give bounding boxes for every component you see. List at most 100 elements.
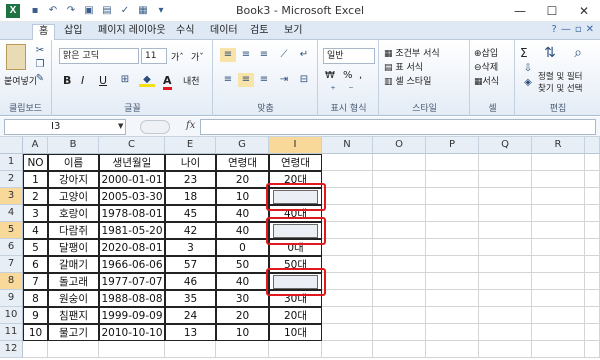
clear-icon[interactable]: ◈ [520, 76, 536, 90]
formula-input[interactable] [200, 119, 596, 135]
row-header-11[interactable]: 11 [0, 324, 23, 341]
column-header-p[interactable]: P [426, 137, 479, 154]
table-cell[interactable]: 40 [216, 205, 269, 222]
table-cell[interactable]: 18 [165, 188, 216, 205]
name-box[interactable]: I3 [4, 119, 126, 135]
header-cell[interactable]: 연령대 [269, 154, 322, 171]
table-cell[interactable]: 30 [216, 290, 269, 307]
table-cell[interactable]: 23 [165, 171, 216, 188]
table-cell[interactable]: 10대 [269, 324, 322, 341]
table-cell[interactable] [373, 307, 426, 324]
shrink-font-button[interactable]: 가ˇ [191, 50, 204, 63]
table-cell[interactable]: 고양이 [48, 188, 99, 205]
table-cell[interactable] [373, 341, 426, 358]
table-cell[interactable] [532, 222, 585, 239]
table-cell[interactable] [532, 188, 585, 205]
copy-icon[interactable]: ❐ [32, 58, 48, 72]
table-cell[interactable] [48, 341, 99, 358]
table-cell[interactable] [585, 188, 600, 205]
close-button[interactable]: ✕ [568, 0, 600, 22]
table-cell[interactable] [532, 171, 585, 188]
table-cell[interactable] [585, 341, 600, 358]
currency-button[interactable]: ₩ [325, 70, 335, 81]
table-cell[interactable]: 20 [216, 307, 269, 324]
header-cell[interactable]: 연령대 [216, 154, 269, 171]
table-cell[interactable] [532, 154, 585, 171]
select-all-corner[interactable] [0, 137, 23, 154]
indent-icon[interactable]: ⇥ [276, 73, 292, 87]
table-cell[interactable]: 2000-01-01 [99, 171, 165, 188]
table-cell[interactable]: 57 [165, 256, 216, 273]
table-cell[interactable] [373, 222, 426, 239]
table-cell[interactable] [532, 341, 585, 358]
table-cell[interactable] [426, 324, 479, 341]
table-cell[interactable] [322, 273, 373, 290]
decrease-decimal-icon[interactable]: ⁻ [343, 84, 359, 98]
table-cell[interactable]: 45 [165, 205, 216, 222]
table-cell[interactable] [479, 205, 532, 222]
row-header-8[interactable]: 8 [0, 273, 23, 290]
increase-decimal-icon[interactable]: ⁺ [325, 84, 341, 98]
table-cell[interactable]: 1988-08-08 [99, 290, 165, 307]
table-cell[interactable] [322, 188, 373, 205]
borders-icon[interactable]: ⊞ [117, 73, 133, 87]
table-cell[interactable] [322, 324, 373, 341]
header-cell[interactable]: 이름 [48, 154, 99, 171]
table-cell[interactable] [322, 171, 373, 188]
tab-formulas[interactable]: 수식 [170, 24, 200, 40]
table-cell[interactable] [426, 256, 479, 273]
row-header-3[interactable]: 3 [0, 188, 23, 205]
table-cell[interactable] [585, 256, 600, 273]
format-cells-button[interactable]: ▦서식 [474, 74, 499, 87]
table-cell[interactable]: 2 [23, 188, 48, 205]
table-cell[interactable] [322, 205, 373, 222]
table-cell[interactable] [373, 205, 426, 222]
row-header-4[interactable]: 4 [0, 205, 23, 222]
row-header-6[interactable]: 6 [0, 239, 23, 256]
table-cell[interactable] [585, 324, 600, 341]
table-cell[interactable] [479, 290, 532, 307]
table-cell[interactable] [585, 222, 600, 239]
column-header-i[interactable]: I [269, 137, 322, 154]
table-cell[interactable] [426, 222, 479, 239]
table-cell[interactable] [373, 273, 426, 290]
font-name-select[interactable]: 맑은 고딕 [59, 48, 139, 64]
table-cell[interactable] [322, 290, 373, 307]
table-cell[interactable] [373, 290, 426, 307]
table-cell[interactable]: 1977-07-07 [99, 273, 165, 290]
table-cell[interactable] [585, 205, 600, 222]
table-cell[interactable] [426, 188, 479, 205]
header-cell[interactable]: 생년월일 [99, 154, 165, 171]
row-header-5[interactable]: 5 [0, 222, 23, 239]
table-cell[interactable] [373, 188, 426, 205]
table-cell[interactable] [479, 154, 532, 171]
table-cell[interactable]: 50 [216, 256, 269, 273]
table-cell[interactable] [426, 239, 479, 256]
conditional-format-button[interactable]: ▦ 조건부 서식 [384, 46, 440, 59]
underline-button[interactable]: U [99, 74, 107, 87]
align-bottom-icon[interactable]: ≡ [256, 48, 272, 62]
align-top-icon[interactable]: ≡ [220, 48, 236, 62]
table-cell[interactable] [322, 239, 373, 256]
column-header-g[interactable]: G [216, 137, 269, 154]
table-cell[interactable]: 3 [23, 205, 48, 222]
ribbon-minimize-icon[interactable]: — [561, 24, 571, 35]
table-cell[interactable]: 40 [216, 273, 269, 290]
table-cell[interactable] [479, 341, 532, 358]
table-cell[interactable] [322, 154, 373, 171]
table-cell[interactable]: 침팬지 [48, 307, 99, 324]
help-icon[interactable]: ? [552, 24, 557, 35]
table-cell[interactable] [585, 239, 600, 256]
align-center-icon[interactable]: ≡ [238, 73, 254, 87]
table-cell[interactable] [23, 341, 48, 358]
find-select-button[interactable]: 찾기 및 선택 [538, 82, 583, 94]
column-header-n[interactable]: N [322, 137, 373, 154]
table-cell[interactable] [373, 239, 426, 256]
table-cell[interactable] [532, 256, 585, 273]
column-header-o[interactable]: O [373, 137, 426, 154]
table-cell[interactable]: 13 [165, 324, 216, 341]
row-header-9[interactable]: 9 [0, 290, 23, 307]
table-cell[interactable] [426, 273, 479, 290]
table-cell[interactable] [99, 341, 165, 358]
table-cell[interactable] [532, 273, 585, 290]
